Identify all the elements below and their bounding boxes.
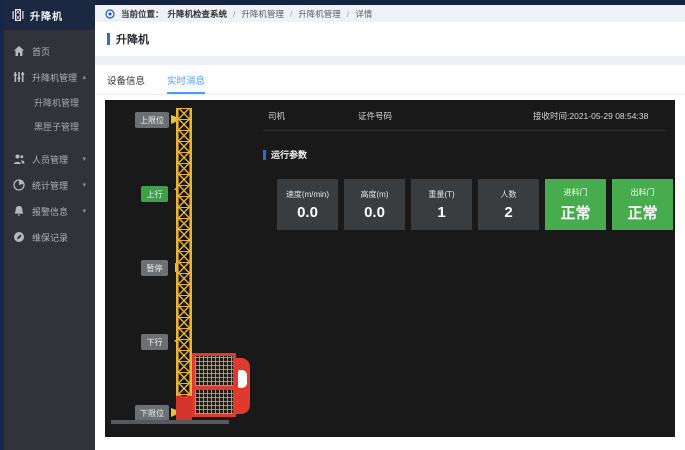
realtime-panel: 上限位 上行 暂停 下行 下限位 (105, 100, 675, 437)
sidebar-item-label: 人员管理 (32, 153, 68, 166)
chevron-up-icon: ▴ (82, 73, 86, 81)
moving-up-button: 上行 (141, 186, 168, 202)
tab-bar: 设备信息 实时消息 (95, 65, 685, 95)
chevron-down-icon: ▾ (82, 155, 86, 163)
chevron-down-icon: ▾ (82, 207, 86, 215)
param-label: 重量(T) (428, 189, 454, 200)
sidebar-item-home[interactable]: 首页 (0, 38, 95, 64)
param-card-height: 高度(m) 0.0 (344, 179, 405, 230)
sidebar-item-statistics[interactable]: 统计管理 ▾ (0, 172, 95, 198)
param-label: 速度(m/min) (286, 189, 329, 200)
id-number-label: 证件号码 (358, 110, 392, 122)
app-logo: 升降机 (0, 0, 95, 30)
sliders-icon (13, 71, 25, 83)
param-value: 0.0 (364, 204, 385, 221)
sidebar-item-label: 升降机管理 (32, 71, 77, 84)
param-card-weight: 重量(T) 1 (411, 179, 472, 230)
sidebar-item-maintenance-records[interactable]: 维保记录 (0, 224, 95, 250)
page-title: 升降机 (116, 31, 149, 47)
param-card-outlet-door: 出料门 正常 (612, 179, 673, 230)
sidebar-nav: 首页 升降机管理 ▴ 升降机管理 黑匣子管理 人员管理 ▾ 统计管理 (0, 30, 95, 250)
home-icon (13, 45, 25, 57)
statistics-icon (13, 179, 25, 191)
mast-base (176, 396, 192, 422)
title-accent-bar (107, 33, 110, 45)
param-label: 人数 (501, 189, 517, 200)
sidebar-subitem-label: 升降机管理 (34, 96, 79, 109)
lower-limit-button: 下限位 (135, 405, 169, 421)
section-divider-band (95, 56, 685, 65)
param-card-speed: 速度(m/min) 0.0 (277, 179, 338, 230)
receive-time: 接收时间:2021-05-29 08:54:38 (533, 110, 648, 122)
section-accent-bar (263, 150, 266, 160)
tab-device-info[interactable]: 设备信息 (107, 73, 145, 94)
ground-line (111, 420, 229, 424)
moving-down-button: 下行 (141, 334, 168, 350)
breadcrumb-item-detail: 详情 (355, 8, 372, 20)
breadcrumb-item-system[interactable]: 升降机检查系统 (168, 8, 228, 20)
param-card-inlet-door: 进料门 正常 (545, 179, 606, 230)
hoist-logo-icon (12, 9, 24, 21)
sidebar-item-label: 维保记录 (32, 231, 68, 244)
param-value: 1 (437, 204, 445, 221)
people-icon (13, 153, 25, 165)
panel-header-divider (263, 130, 667, 131)
sidebar-item-alarm-info[interactable]: 报警信息 ▾ (0, 198, 95, 224)
breadcrumb: 当前位置： 升降机检查系统 / 升降机管理 / 升降机管理 / 详情 (95, 5, 685, 22)
location-pin-icon (105, 9, 117, 19)
sidebar-subitem-hoist-management[interactable]: 升降机管理 (0, 90, 95, 114)
mast-truss (176, 108, 192, 427)
param-card-people-count: 人数 2 (478, 179, 539, 230)
running-params-header: 运行参数 (263, 148, 307, 161)
main-area: 当前位置： 升降机检查系统 / 升降机管理 / 升降机管理 / 详情 升降机 设… (95, 0, 685, 450)
sidebar-item-label: 首页 (32, 45, 50, 58)
param-value: 0.0 (297, 204, 318, 221)
cage-divider (192, 386, 236, 390)
param-label: 出料门 (631, 187, 655, 198)
tab-realtime-message[interactable]: 实时消息 (167, 73, 205, 94)
breadcrumb-prefix: 当前位置： (121, 8, 164, 20)
sidebar-item-label: 报警信息 (32, 205, 68, 218)
param-value: 正常 (560, 202, 590, 223)
breadcrumb-item-hoist-management-2[interactable]: 升降机管理 (298, 8, 341, 20)
breadcrumb-separator: / (347, 9, 349, 19)
sidebar-item-label: 统计管理 (32, 179, 68, 192)
breadcrumb-separator: / (290, 9, 292, 19)
page-title-bar: 升降机 (95, 22, 685, 56)
nav-spacer (0, 138, 95, 146)
sidebar: 升降机 首页 升降机管理 ▴ 升降机管理 黑匣子管理 人员管理 ▾ (0, 0, 95, 450)
param-cards: 速度(m/min) 0.0 高度(m) 0.0 重量(T) 1 人数 2 进料门… (277, 179, 673, 230)
sidebar-subitem-blackbox-management[interactable]: 黑匣子管理 (0, 114, 95, 138)
driver-label: 司机 (268, 110, 285, 122)
hoist-cage (192, 353, 236, 417)
param-label: 进料门 (564, 187, 588, 198)
pause-button: 暂停 (141, 260, 168, 276)
hoist-cab (234, 358, 250, 414)
param-label: 高度(m) (361, 189, 389, 200)
breadcrumb-separator: / (233, 9, 235, 19)
record-icon (13, 231, 25, 243)
chevron-down-icon: ▾ (82, 181, 86, 189)
param-value: 2 (504, 204, 512, 221)
sidebar-item-hoist-management[interactable]: 升降机管理 ▴ (0, 64, 95, 90)
breadcrumb-item-hoist-management[interactable]: 升降机管理 (241, 8, 284, 20)
app-logo-text: 升降机 (30, 8, 63, 23)
bell-icon (13, 205, 25, 217)
param-value: 正常 (627, 202, 657, 223)
section-title-text: 运行参数 (271, 148, 307, 161)
sidebar-item-personnel[interactable]: 人员管理 ▾ (0, 146, 95, 172)
upper-limit-button: 上限位 (135, 112, 169, 128)
sidebar-subitem-label: 黑匣子管理 (34, 120, 79, 133)
cab-window (238, 370, 247, 388)
